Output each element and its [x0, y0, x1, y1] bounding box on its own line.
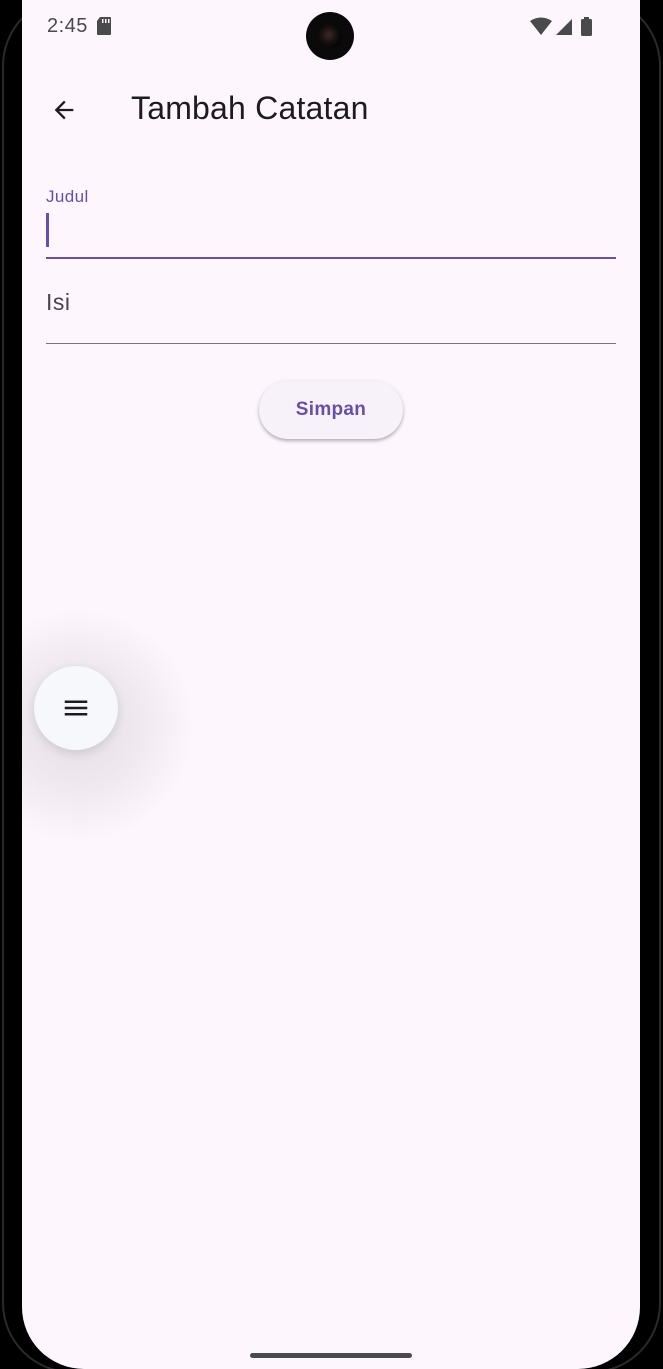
judul-input[interactable]: [46, 180, 620, 262]
status-time: 2:45: [47, 15, 88, 37]
isi-input[interactable]: [46, 280, 620, 348]
back-button[interactable]: [40, 86, 88, 134]
wifi-icon: [530, 17, 552, 35]
isi-field[interactable]: Isi: [46, 280, 620, 348]
menu-icon: [64, 700, 88, 716]
page-title: Tambah Catatan: [131, 90, 369, 126]
camera-lens: [318, 24, 342, 48]
status-icons: [530, 17, 592, 36]
simpan-button[interactable]: Simpan: [259, 381, 403, 439]
app-bar: Tambah Catatan: [22, 70, 640, 150]
sd-card-icon: [97, 17, 111, 35]
arrow-back-icon: [54, 100, 74, 120]
battery-icon: [581, 17, 592, 36]
cellular-signal-icon: [556, 19, 572, 35]
home-indicator[interactable]: [250, 1353, 412, 1358]
status-bar: 2:45: [22, 0, 640, 60]
device-frame: 2:45 Tambah Catatan Judul Isi Simpan: [0, 0, 663, 1369]
front-camera: [306, 12, 354, 60]
judul-field[interactable]: Judul: [46, 180, 620, 262]
menu-fab[interactable]: [34, 666, 118, 750]
